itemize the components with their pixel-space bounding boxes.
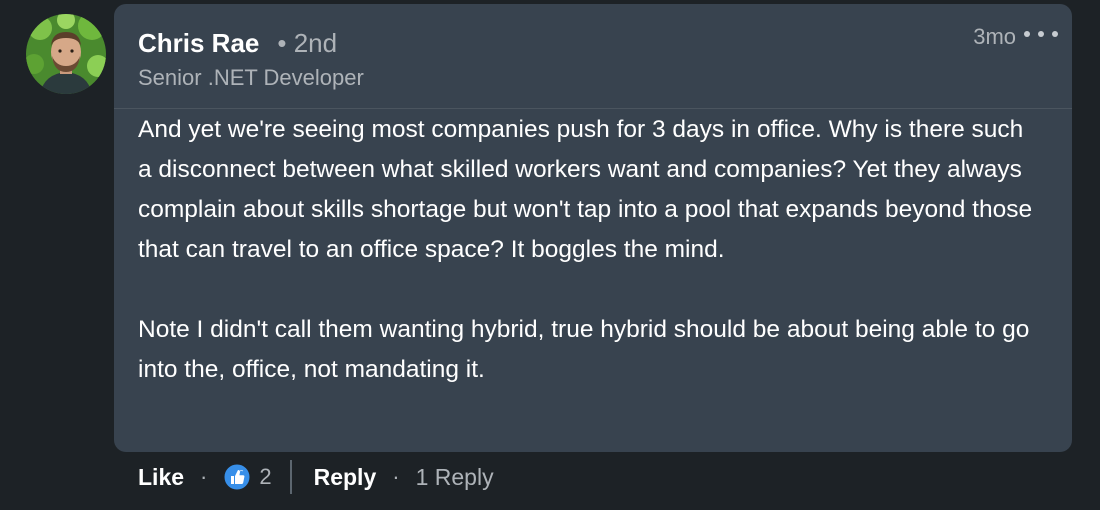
more-dot	[1052, 31, 1058, 37]
reply-button[interactable]: Reply	[314, 464, 377, 491]
thumbs-up-icon[interactable]	[223, 463, 251, 491]
comment-paragraph: And yet we're seeing most companies push…	[138, 116, 1033, 263]
comment-timestamp: 3mo	[973, 24, 1016, 49]
more-options-icon[interactable]	[1024, 26, 1058, 42]
reply-count-link[interactable]: 1 Reply	[416, 464, 494, 491]
comment-text: And yet we're seeing most companies push…	[138, 110, 1038, 390]
more-dot	[1038, 31, 1044, 37]
avatar[interactable]	[26, 14, 106, 94]
header-divider	[114, 108, 1072, 109]
separator-dot: ·	[392, 464, 400, 489]
comment-paragraph: Note I didn't call them wanting hybrid, …	[138, 316, 1030, 383]
reaction-count[interactable]: 2	[259, 464, 271, 490]
comment-bubble: Chris Rae • 2nd Senior .NET Developer 3m…	[114, 4, 1072, 452]
avatar-photo	[26, 14, 106, 94]
thumbs-up-glyph	[223, 463, 251, 491]
more-dot	[1024, 31, 1030, 37]
separator-dot: ·	[200, 464, 208, 489]
action-divider	[289, 460, 292, 494]
author-name[interactable]: Chris Rae	[138, 28, 259, 59]
connection-degree: • 2nd	[277, 28, 338, 58]
comment-header: Chris Rae • 2nd Senior .NET Developer 3m…	[114, 4, 1072, 108]
author-line: Chris Rae • 2nd	[138, 28, 337, 59]
author-headline: Senior .NET Developer	[138, 65, 364, 90]
comment-thread: Chris Rae • 2nd Senior .NET Developer 3m…	[0, 0, 1100, 510]
like-button[interactable]: Like	[138, 464, 184, 491]
comment-actions: Like · 2 Reply · 1 Reply	[138, 458, 494, 496]
